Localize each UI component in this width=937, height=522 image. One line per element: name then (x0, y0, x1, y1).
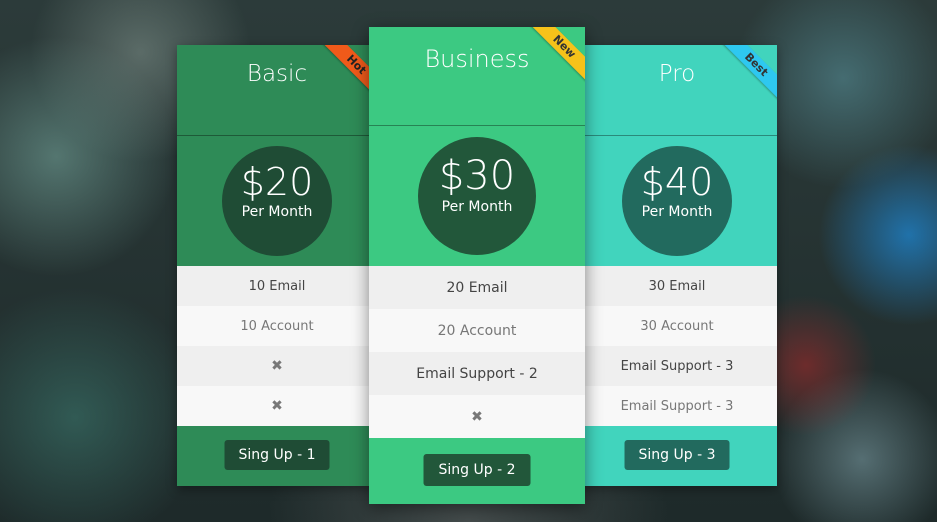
feature-item: 10 Email (177, 266, 377, 306)
feature-item: Email Support - 2 (369, 352, 585, 395)
feature-list: 20 Email 20 Account Email Support - 2 ✖ (369, 266, 585, 438)
signup-button-basic[interactable]: Sing Up - 1 (224, 440, 330, 470)
price-period: Per Month (241, 204, 313, 220)
price-period: Per Month (641, 204, 713, 220)
pricing-card-basic: Basic Hot $20 Per Month 10 Email 10 Acco… (177, 45, 377, 486)
feature-item: 30 Email (577, 266, 777, 306)
price-area: $20 Per Month (177, 136, 377, 266)
feature-item: Email Support - 3 (577, 386, 777, 426)
feature-item: 20 Email (369, 266, 585, 309)
price-amount: $20 (240, 160, 314, 204)
price-area: $40 Per Month (577, 136, 777, 266)
feature-item: Email Support - 3 (577, 346, 777, 386)
cross-icon: ✖ (271, 398, 283, 414)
price-period: Per Month (441, 199, 513, 215)
feature-item: 30 Account (577, 306, 777, 346)
feature-item: ✖ (369, 395, 585, 438)
feature-item: ✖ (177, 346, 377, 386)
feature-item: 10 Account (177, 306, 377, 346)
price-circle: $20 Per Month (222, 146, 332, 256)
price-area: $30 Per Month (369, 126, 585, 266)
card-footer: Sing Up - 3 (577, 426, 777, 486)
pricing-card-business: Business New $30 Per Month 20 Email 20 A… (369, 27, 585, 504)
feature-list: 10 Email 10 Account ✖ ✖ (177, 266, 377, 426)
plan-title: Business (424, 45, 530, 73)
signup-button-pro[interactable]: Sing Up - 3 (624, 440, 730, 470)
price-circle: $40 Per Month (622, 146, 732, 256)
feature-item: ✖ (177, 386, 377, 426)
price-circle: $30 Per Month (418, 137, 536, 255)
card-header: Business New (369, 27, 585, 126)
pricing-card-pro: Pro Best $40 Per Month 30 Email 30 Accou… (577, 45, 777, 486)
cross-icon: ✖ (471, 408, 483, 425)
card-header: Pro Best (577, 45, 777, 136)
card-footer: Sing Up - 1 (177, 426, 377, 486)
card-footer: Sing Up - 2 (369, 438, 585, 504)
price-amount: $30 (438, 153, 516, 199)
feature-list: 30 Email 30 Account Email Support - 3 Em… (577, 266, 777, 426)
signup-button-business[interactable]: Sing Up - 2 (423, 454, 531, 486)
price-amount: $40 (640, 160, 714, 204)
feature-item: 20 Account (369, 309, 585, 352)
cross-icon: ✖ (271, 358, 283, 374)
card-header: Basic Hot (177, 45, 377, 136)
